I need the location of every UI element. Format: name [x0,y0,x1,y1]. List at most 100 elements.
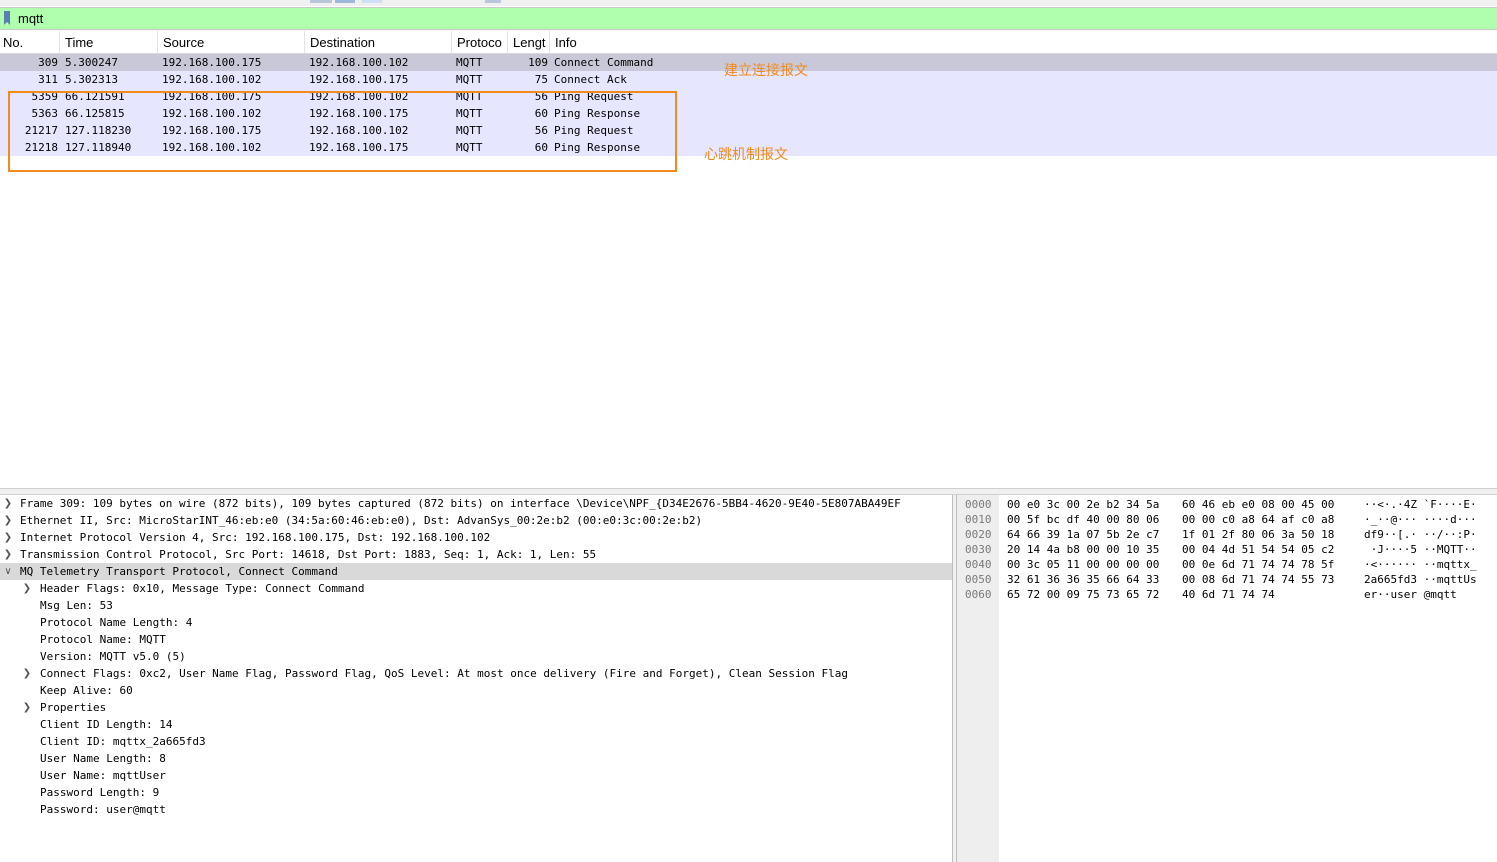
column-header-length[interactable]: Lengt [508,31,550,53]
detail-item-connect-flags[interactable]: ❯ Connect Flags: 0xc2, User Name Flag, Pa… [0,665,952,682]
hex-bytes: 60 46 eb e0 08 00 45 00 [1182,498,1335,511]
chevron-right-icon[interactable]: ❯ [2,546,14,563]
hex-offset: 0030 [965,543,992,556]
packet-time: 5.302313 [65,73,118,86]
packet-details-pane: ❯ Frame 309: 109 bytes on wire (872 bits)… [0,495,952,862]
chevron-right-icon[interactable]: ❯ [2,495,14,512]
packet-info: Connect Ack [554,73,627,86]
hex-bytes: 00 08 6d 71 74 74 55 73 [1182,573,1335,586]
detail-text: Internet Protocol Version 4, Src: 192.16… [20,531,491,544]
hex-ascii: ·_··@··· ····d··· [1364,513,1477,526]
bookmark-icon[interactable] [4,11,10,25]
detail-text: Connect Flags: 0xc2, User Name Flag, Pas… [40,667,848,680]
detail-item[interactable]: Password: user@mqtt [0,801,952,818]
hex-bytes: 65 72 00 09 75 73 65 72 [1007,588,1160,601]
hex-bytes: 00 5f bc df 40 00 80 06 [1007,513,1160,526]
packet-source: 192.168.100.102 [162,73,262,86]
chevron-right-icon[interactable]: ❯ [2,529,14,546]
column-header-protocol[interactable]: Protoco [452,31,508,53]
annotation-connect-label: 建立连接报文 [724,63,808,79]
packet-destination: 192.168.100.102 [309,56,409,69]
packet-protocol: MQTT [456,56,483,69]
hex-bytes: 64 66 39 1a 07 5b 2e c7 [1007,528,1160,541]
chevron-right-icon[interactable]: ❯ [21,699,33,716]
toolbar-button[interactable] [362,0,382,3]
chevron-right-icon[interactable]: ❯ [21,665,33,682]
detail-text: MQ Telemetry Transport Protocol, Connect… [20,565,338,578]
hex-offset: 0010 [965,513,992,526]
detail-item-mqtt[interactable]: ∨ MQ Telemetry Transport Protocol, Connec… [0,563,952,580]
toolbar-button[interactable] [310,0,332,3]
display-filter-bar [0,7,1497,30]
detail-item[interactable]: Client ID Length: 14 [0,716,952,733]
packet-length: 109 [528,56,548,69]
column-header-time[interactable]: Time [60,31,158,53]
detail-text: Msg Len: 53 [40,599,113,612]
detail-text: Client ID: mqttx_2a665fd3 [40,735,206,748]
annotation-heartbeat-box [8,91,677,172]
hex-bytes: 20 14 4a b8 00 00 10 35 [1007,543,1160,556]
packet-source: 192.168.100.175 [162,56,262,69]
detail-text: Password Length: 9 [40,786,160,799]
detail-item-frame[interactable]: ❯ Frame 309: 109 bytes on wire (872 bits)… [0,495,952,512]
hex-ascii: ··<·.·4Z `F····E· [1364,498,1477,511]
packet-length: 75 [534,73,548,86]
detail-text: Header Flags: 0x10, Message Type: Connec… [40,582,365,595]
chevron-right-icon[interactable]: ❯ [2,512,14,529]
detail-item-header-flags[interactable]: ❯ Header Flags: 0x10, Message Type: Conne… [0,580,952,597]
detail-text: User Name Length: 8 [40,752,166,765]
hex-ascii: 2a665fd3 ··mqttUs [1364,573,1477,586]
toolbar-button[interactable] [335,0,355,3]
annotation-heartbeat-label: 心跳机制报文 [704,147,788,163]
packet-list-header: No. Time Source Destination Protoco Leng… [0,31,1497,54]
detail-item[interactable]: Keep Alive: 60 [0,682,952,699]
detail-text: Keep Alive: 60 [40,684,133,697]
detail-item[interactable]: User Name: mqttUser [0,767,952,784]
detail-item[interactable]: Protocol Name: MQTT [0,631,952,648]
packet-bytes-pane: 0000 00 e0 3c 00 2e b2 34 5a 60 46 eb e0 0… [957,495,1497,862]
detail-item[interactable]: Protocol Name Length: 4 [0,614,952,631]
column-header-source[interactable]: Source [158,31,305,53]
hex-bytes: 1f 01 2f 80 06 3a 50 18 [1182,528,1335,541]
detail-item[interactable]: Password Length: 9 [0,784,952,801]
hex-ascii: ·J····5 ··MQTT·· [1364,543,1477,556]
detail-item[interactable]: Version: MQTT v5.0 (5) [0,648,952,665]
detail-text: Password: user@mqtt [40,803,166,816]
detail-text: Transmission Control Protocol, Src Port:… [20,548,597,561]
hex-bytes: 00 04 4d 51 54 54 05 c2 [1182,543,1335,556]
pane-splitter[interactable] [0,488,1497,495]
hex-bytes: 40 6d 71 74 74 [1182,588,1275,601]
packet-no: 309 [38,56,58,69]
display-filter-input[interactable] [18,9,1488,27]
chevron-right-icon[interactable]: ❯ [21,580,33,597]
hex-ascii: df9··[.· ··/··:P· [1364,528,1477,541]
detail-item[interactable]: User Name Length: 8 [0,750,952,767]
chevron-down-icon[interactable]: ∨ [2,563,14,580]
packet-time: 5.300247 [65,56,118,69]
detail-item-properties[interactable]: ❯ Properties [0,699,952,716]
packet-info: Connect Command [554,56,654,69]
toolbar-button[interactable] [485,0,501,3]
hex-bytes: 00 e0 3c 00 2e b2 34 5a [1007,498,1160,511]
detail-item-tcp[interactable]: ❯ Transmission Control Protocol, Src Port… [0,546,952,563]
packet-destination: 192.168.100.175 [309,73,409,86]
detail-text: Properties [40,701,107,714]
hex-bytes: 00 0e 6d 71 74 74 78 5f [1182,558,1335,571]
hex-ascii: ·<······ ··mqttx_ [1364,558,1477,571]
hex-offset: 0050 [965,573,992,586]
hex-offset: 0000 [965,498,992,511]
detail-text: Protocol Name: MQTT [40,633,166,646]
detail-item[interactable]: Msg Len: 53 [0,597,952,614]
hex-bytes: 00 3c 05 11 00 00 00 00 [1007,558,1160,571]
hex-ascii: er··user @mqtt [1364,588,1457,601]
column-header-info[interactable]: Info [550,31,1497,53]
hex-bytes: 32 61 36 36 35 66 64 33 [1007,573,1160,586]
column-header-no[interactable]: No. [0,31,60,53]
packet-protocol: MQTT [456,73,483,86]
detail-item-ethernet[interactable]: ❯ Ethernet II, Src: MicroStarINT_46:eb:e0… [0,512,952,529]
detail-item[interactable]: Client ID: mqttx_2a665fd3 [0,733,952,750]
detail-text: Ethernet II, Src: MicroStarINT_46:eb:e0 … [20,514,703,527]
column-header-destination[interactable]: Destination [305,31,452,53]
detail-text: User Name: mqttUser [40,769,166,782]
detail-item-ipv4[interactable]: ❯ Internet Protocol Version 4, Src: 192.1… [0,529,952,546]
